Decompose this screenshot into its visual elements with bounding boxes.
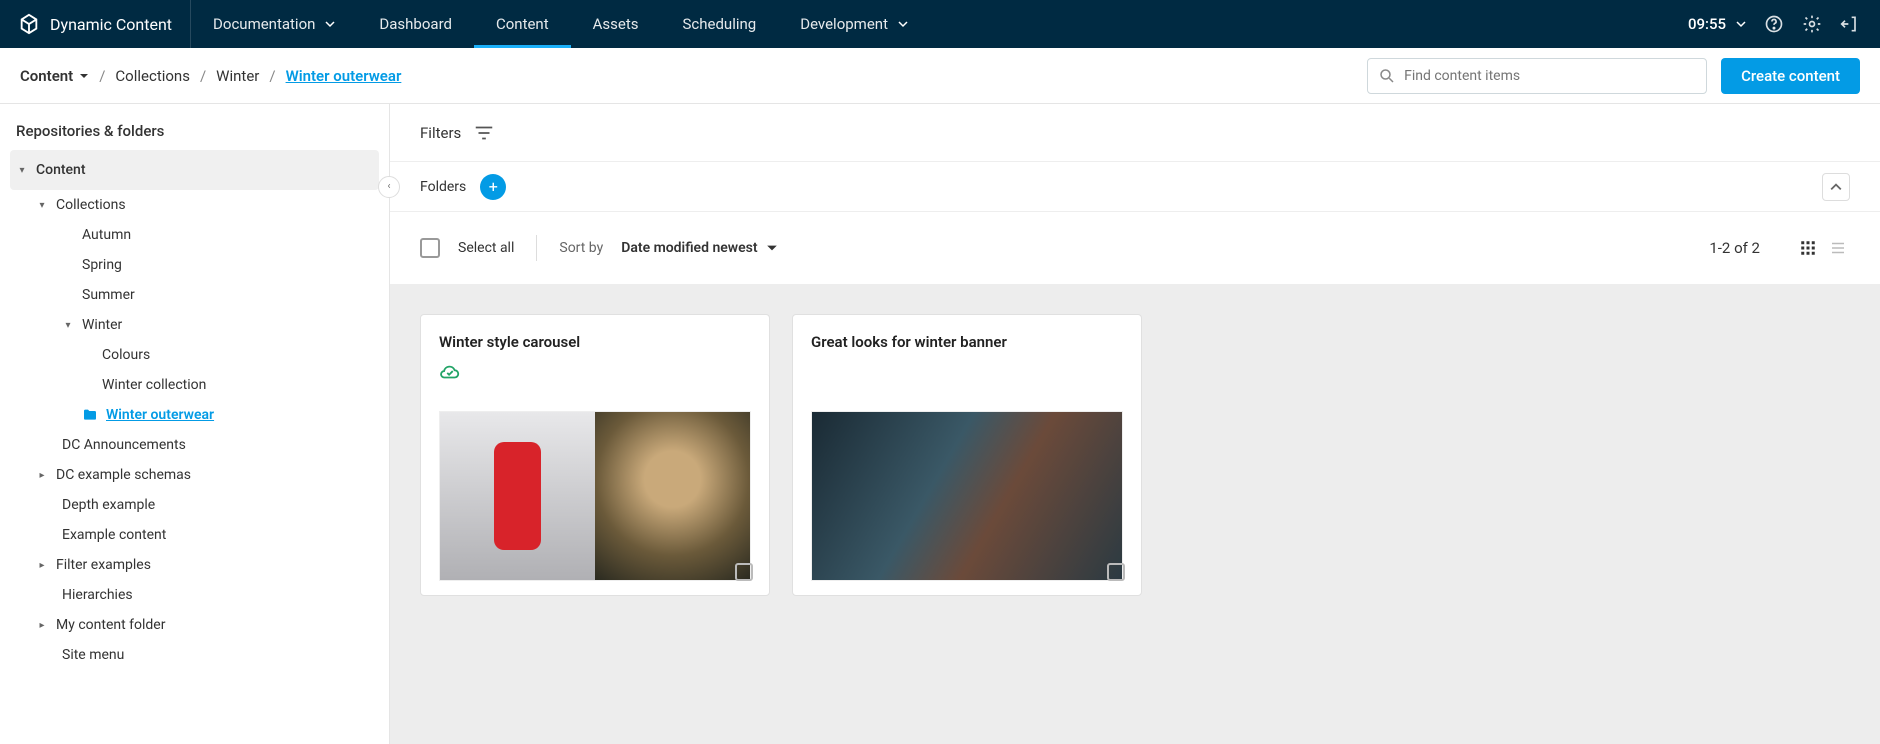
result-count: 1-2 of 2 (1709, 239, 1760, 257)
nav-content[interactable]: Content (474, 0, 571, 48)
tree-content[interactable]: ▾ Content (10, 150, 379, 190)
tree-dc-example-schemas[interactable]: ▸ DC example schemas (10, 460, 379, 490)
brand: Dynamic Content (0, 0, 190, 48)
breadcrumb-root[interactable]: Content (20, 67, 89, 85)
chevron-down-icon (325, 19, 335, 29)
breadcrumb: Content / Collections / Winter / Winter … (20, 67, 401, 85)
sort-selector[interactable]: Date modified newest (621, 240, 777, 256)
breadcrumb-winter[interactable]: Winter (216, 67, 259, 85)
time-display[interactable]: 09:55 (1688, 15, 1746, 33)
settings-icon[interactable] (1802, 14, 1822, 34)
collapse-sidebar-button[interactable]: ‹ (378, 176, 400, 198)
toolbar-row: Select all Sort by Date modified newest … (390, 212, 1880, 284)
filters-label: Filters (420, 124, 461, 142)
tree-filter-examples[interactable]: ▸ Filter examples (10, 550, 379, 580)
divider (536, 235, 537, 261)
grid-view-button[interactable] (1796, 236, 1820, 260)
filter-icon[interactable] (473, 122, 495, 144)
logout-icon[interactable] (1840, 14, 1860, 34)
breadcrumb-collections[interactable]: Collections (115, 67, 190, 85)
chevron-right-icon: ▸ (36, 470, 48, 481)
content-card[interactable]: Winter style carousel (420, 314, 770, 596)
search-icon (1378, 67, 1396, 85)
tree-site-menu[interactable]: Site menu (10, 640, 379, 670)
chevron-down-icon: ▾ (36, 200, 48, 211)
breadcrumb-separator: / (200, 67, 206, 85)
sub-bar: Content / Collections / Winter / Winter … (0, 48, 1880, 104)
primary-nav: Documentation Dashboard Content Assets S… (191, 0, 930, 48)
tree-winter-collection[interactable]: Winter collection (10, 370, 379, 400)
top-right: 09:55 (1688, 0, 1880, 48)
collapse-folders-button[interactable] (1822, 173, 1850, 201)
content-grid: Winter style carousel Great looks for wi… (390, 284, 1880, 744)
nav-development[interactable]: Development (778, 0, 930, 48)
tree-summer[interactable]: Summer (10, 280, 379, 310)
caret-down-icon (766, 242, 778, 254)
caret-down-icon (79, 71, 89, 81)
brand-logo-icon (18, 13, 40, 35)
search-input[interactable] (1404, 68, 1696, 84)
folders-row: ‹ Folders + (390, 162, 1880, 212)
chevron-right-icon: ▸ (36, 560, 48, 571)
nav-assets[interactable]: Assets (571, 0, 661, 48)
nav-documentation[interactable]: Documentation (191, 0, 357, 48)
tree-example-content[interactable]: Example content (10, 520, 379, 550)
chevron-down-icon (898, 19, 908, 29)
cloud-icon (439, 361, 751, 383)
folder-icon (82, 407, 98, 423)
tree-autumn[interactable]: Autumn (10, 220, 379, 250)
sort-by-label: Sort by (559, 240, 603, 256)
tree-my-content-folder[interactable]: ▸ My content folder (10, 610, 379, 640)
search-box[interactable] (1367, 58, 1707, 94)
card-thumbnail (439, 411, 751, 581)
tree-collections[interactable]: ▾ Collections (10, 190, 379, 220)
add-folder-button[interactable]: + (480, 174, 506, 200)
breadcrumb-separator: / (99, 67, 105, 85)
nav-dashboard[interactable]: Dashboard (357, 0, 474, 48)
brand-name: Dynamic Content (50, 15, 172, 34)
content-card[interactable]: Great looks for winter banner (792, 314, 1142, 596)
tree-hierarchies[interactable]: Hierarchies (10, 580, 379, 610)
top-bar: Dynamic Content Documentation Dashboard … (0, 0, 1880, 48)
chevron-down-icon (1736, 19, 1746, 29)
sidebar-title: Repositories & folders (10, 118, 379, 150)
breadcrumb-separator: / (269, 67, 275, 85)
filters-row: Filters (390, 104, 1880, 162)
tree-spring[interactable]: Spring (10, 250, 379, 280)
help-icon[interactable] (1764, 14, 1784, 34)
folders-label: Folders (420, 179, 466, 195)
card-title: Great looks for winter banner (811, 333, 1123, 351)
chevron-right-icon: ▸ (36, 620, 48, 631)
tree-winter[interactable]: ▾ Winter (10, 310, 379, 340)
card-checkbox[interactable] (735, 563, 753, 581)
chevron-down-icon: ▾ (62, 320, 74, 331)
select-all-label: Select all (458, 240, 514, 256)
card-thumbnail (811, 411, 1123, 581)
card-title: Winter style carousel (439, 333, 751, 351)
tree-dc-announcements[interactable]: DC Announcements (10, 430, 379, 460)
tree-colours[interactable]: Colours (10, 340, 379, 370)
list-view-button[interactable] (1826, 236, 1850, 260)
main-panel: Filters ‹ Folders + Select all Sort by D… (390, 104, 1880, 744)
tree-depth-example[interactable]: Depth example (10, 490, 379, 520)
nav-scheduling[interactable]: Scheduling (661, 0, 779, 48)
sidebar: Repositories & folders ▾ Content ▾ Colle… (0, 104, 390, 744)
create-content-button[interactable]: Create content (1721, 58, 1860, 94)
card-checkbox[interactable] (1107, 563, 1125, 581)
breadcrumb-current[interactable]: Winter outerwear (286, 67, 402, 85)
select-all-checkbox[interactable] (420, 238, 440, 258)
tree-winter-outerwear[interactable]: Winter outerwear (10, 400, 379, 430)
chevron-down-icon: ▾ (16, 165, 28, 176)
